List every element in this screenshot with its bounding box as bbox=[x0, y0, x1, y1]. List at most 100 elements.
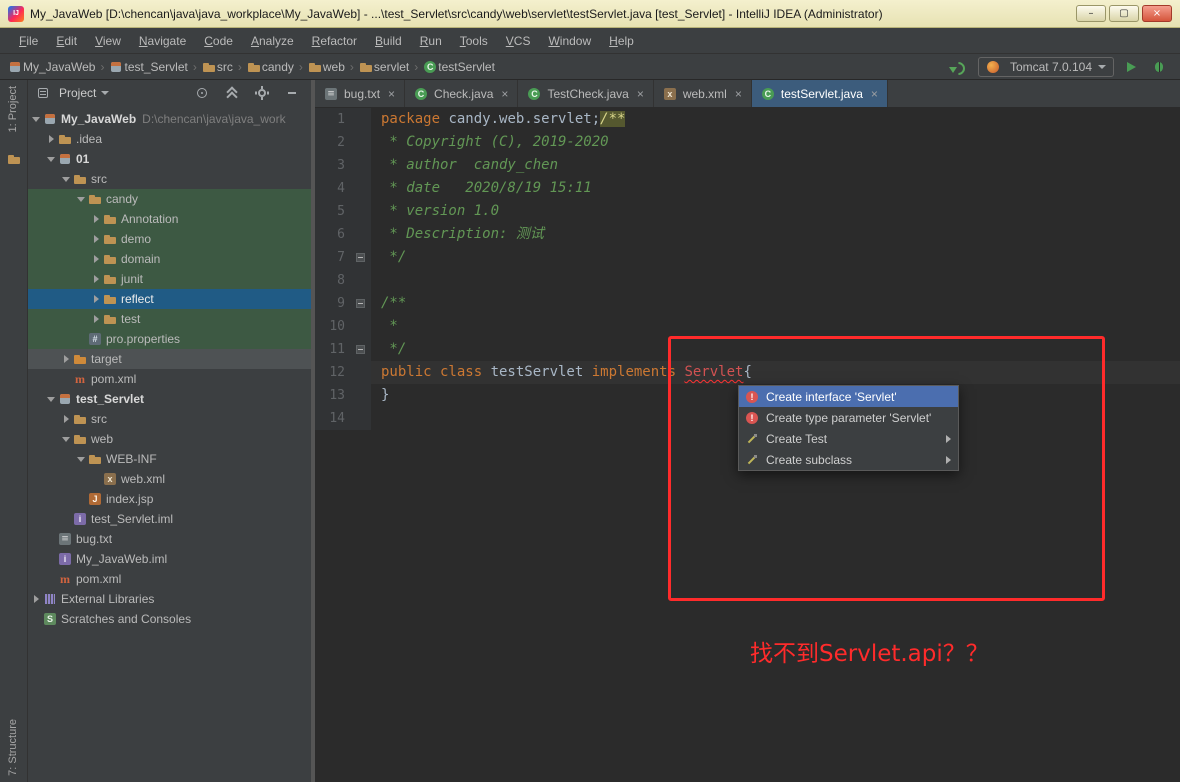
chevron-down-icon bbox=[1098, 64, 1106, 69]
tree-item-web[interactable]: web bbox=[28, 429, 311, 449]
tree-item-index.jsp[interactable]: index.jsp bbox=[28, 489, 311, 509]
tree-item-web.xml[interactable]: web.xml bbox=[28, 469, 311, 489]
tree-item-annotation[interactable]: Annotation bbox=[28, 209, 311, 229]
code-line-5[interactable]: 5 * version 1.0 bbox=[315, 200, 1180, 223]
tree-item-external-libraries[interactable]: External Libraries bbox=[28, 589, 311, 609]
tree-item-my-javaweb.iml[interactable]: My_JavaWeb.iml bbox=[28, 549, 311, 569]
tree-item-domain[interactable]: domain bbox=[28, 249, 311, 269]
tab-close-icon[interactable]: × bbox=[388, 87, 395, 101]
tab-testservlet.java[interactable]: testServlet.java × bbox=[751, 80, 888, 107]
tree-right-arrow-icon bbox=[60, 349, 73, 369]
menu-file[interactable]: File bbox=[10, 34, 47, 48]
tree-item-test-servlet[interactable]: test_Servlet bbox=[28, 389, 311, 409]
tree-item-test[interactable]: test bbox=[28, 309, 311, 329]
menu-code[interactable]: Code bbox=[195, 34, 242, 48]
tree-item-target[interactable]: target bbox=[28, 349, 311, 369]
code-line-8[interactable]: 8 bbox=[315, 269, 1180, 292]
tree-item-pro.properties[interactable]: pro.properties bbox=[28, 329, 311, 349]
tree-item-candy[interactable]: candy bbox=[28, 189, 311, 209]
tab-close-icon[interactable]: × bbox=[501, 87, 508, 101]
popup-item-create-subclass[interactable]: Create subclass bbox=[739, 449, 958, 470]
code-line-11[interactable]: 11 */ bbox=[315, 338, 1180, 361]
menu-run[interactable]: Run bbox=[411, 34, 451, 48]
code-line-1[interactable]: 1 package candy.web.servlet;/** bbox=[315, 108, 1180, 131]
breadcrumb-item-my-javaweb[interactable]: My_JavaWeb bbox=[8, 60, 95, 74]
breadcrumb-item-src[interactable]: src bbox=[202, 60, 233, 74]
maven-icon bbox=[73, 372, 87, 386]
menu-window[interactable]: Window bbox=[539, 34, 600, 48]
run-icon[interactable] bbox=[1124, 60, 1138, 74]
tree-item-scratches-and-consoles[interactable]: Scratches and Consoles bbox=[28, 609, 311, 629]
code-line-12[interactable]: 12 public class testServlet implements Se… bbox=[315, 361, 1180, 384]
code-text: * author candy_chen bbox=[371, 154, 1180, 177]
fold-icon[interactable] bbox=[356, 253, 365, 262]
breadcrumb-item-web[interactable]: web bbox=[308, 60, 345, 74]
menu-edit[interactable]: Edit bbox=[47, 34, 86, 48]
popup-item-create-interface-servlet[interactable]: Create interface 'Servlet' bbox=[739, 386, 958, 407]
tree-item-src[interactable]: src bbox=[28, 169, 311, 189]
project-panel: Project My_JavaWeb D:\chencan\java\java_w… bbox=[28, 80, 311, 782]
tree-item-reflect[interactable]: reflect bbox=[28, 289, 311, 309]
tool-button-structure[interactable]: 7: Structure bbox=[7, 719, 19, 776]
menu-refactor[interactable]: Refactor bbox=[303, 34, 366, 48]
line-number: 10 bbox=[329, 319, 345, 334]
menu-help[interactable]: Help bbox=[600, 34, 643, 48]
fold-column bbox=[345, 131, 371, 154]
tree-item-my-javaweb[interactable]: My_JavaWeb D:\chencan\java\java_work bbox=[28, 109, 311, 129]
code-segment: * author candy_chen bbox=[381, 157, 559, 173]
code-line-2[interactable]: 2 * Copyright (C), 2019-2020 bbox=[315, 131, 1180, 154]
collapse-all-icon[interactable] bbox=[225, 86, 239, 100]
menu-navigate[interactable]: Navigate bbox=[130, 34, 195, 48]
code-line-3[interactable]: 3 * author candy_chen bbox=[315, 154, 1180, 177]
tree-item-01[interactable]: 01 bbox=[28, 149, 311, 169]
run-config-combo[interactable]: Tomcat 7.0.104 bbox=[977, 56, 1114, 77]
libraries-icon bbox=[43, 592, 57, 606]
close-button[interactable]: × bbox=[1142, 5, 1172, 22]
code-line-7[interactable]: 7 */ bbox=[315, 246, 1180, 269]
code-line-9[interactable]: 9 /** bbox=[315, 292, 1180, 315]
debug-icon[interactable] bbox=[1152, 60, 1166, 74]
tool-button-project[interactable]: 1: Project bbox=[7, 86, 19, 132]
tree-item-pom.xml[interactable]: pom.xml bbox=[28, 369, 311, 389]
tree-item-test-servlet.iml[interactable]: test_Servlet.iml bbox=[28, 509, 311, 529]
tab-check.java[interactable]: Check.java × bbox=[405, 80, 519, 107]
breadcrumb-item-testservlet[interactable]: testServlet bbox=[423, 60, 495, 74]
green-arrow-icon[interactable] bbox=[948, 59, 964, 75]
stripe-folder-icon[interactable] bbox=[7, 152, 21, 166]
code-line-10[interactable]: 10 * bbox=[315, 315, 1180, 338]
fold-icon[interactable] bbox=[356, 345, 365, 354]
code-line-4[interactable]: 4 * date 2020/8/19 15:11 bbox=[315, 177, 1180, 200]
menu-build[interactable]: Build bbox=[366, 34, 411, 48]
breadcrumb-item-candy[interactable]: candy bbox=[247, 60, 294, 74]
popup-item-create-type-parameter-servlet[interactable]: Create type parameter 'Servlet' bbox=[739, 407, 958, 428]
breadcrumb-item-test-servlet[interactable]: test_Servlet bbox=[109, 60, 188, 74]
hide-icon[interactable] bbox=[285, 86, 299, 100]
breadcrumb-item-servlet[interactable]: servlet bbox=[359, 60, 409, 74]
tab-close-icon[interactable]: × bbox=[735, 87, 742, 101]
tree-item-.idea[interactable]: .idea bbox=[28, 129, 311, 149]
locate-icon[interactable] bbox=[195, 86, 209, 100]
maximize-button[interactable]: ▢ bbox=[1109, 5, 1139, 22]
tab-close-icon[interactable]: × bbox=[871, 87, 878, 101]
tree-item-bug.txt[interactable]: bug.txt bbox=[28, 529, 311, 549]
tab-bug.txt[interactable]: bug.txt × bbox=[315, 80, 406, 107]
folder-icon bbox=[359, 60, 373, 74]
tab-close-icon[interactable]: × bbox=[637, 87, 644, 101]
menu-view[interactable]: View bbox=[86, 34, 130, 48]
tree-item-junit[interactable]: junit bbox=[28, 269, 311, 289]
fold-icon[interactable] bbox=[356, 299, 365, 308]
settings-icon[interactable] bbox=[255, 86, 269, 100]
tab-testcheck.java[interactable]: TestCheck.java × bbox=[518, 80, 654, 107]
menu-vcs[interactable]: VCS bbox=[497, 34, 540, 48]
minimize-button[interactable]: – bbox=[1076, 5, 1106, 22]
project-view-selector[interactable]: Project bbox=[59, 86, 96, 100]
menu-tools[interactable]: Tools bbox=[451, 34, 497, 48]
code-line-6[interactable]: 6 * Description: 测试 bbox=[315, 223, 1180, 246]
tree-item-pom.xml[interactable]: pom.xml bbox=[28, 569, 311, 589]
tree-item-src[interactable]: src bbox=[28, 409, 311, 429]
tree-item-demo[interactable]: demo bbox=[28, 229, 311, 249]
popup-item-create-test[interactable]: Create Test bbox=[739, 428, 958, 449]
tree-item-web-inf[interactable]: WEB-INF bbox=[28, 449, 311, 469]
menu-analyze[interactable]: Analyze bbox=[242, 34, 303, 48]
tab-web.xml[interactable]: web.xml × bbox=[653, 80, 752, 107]
